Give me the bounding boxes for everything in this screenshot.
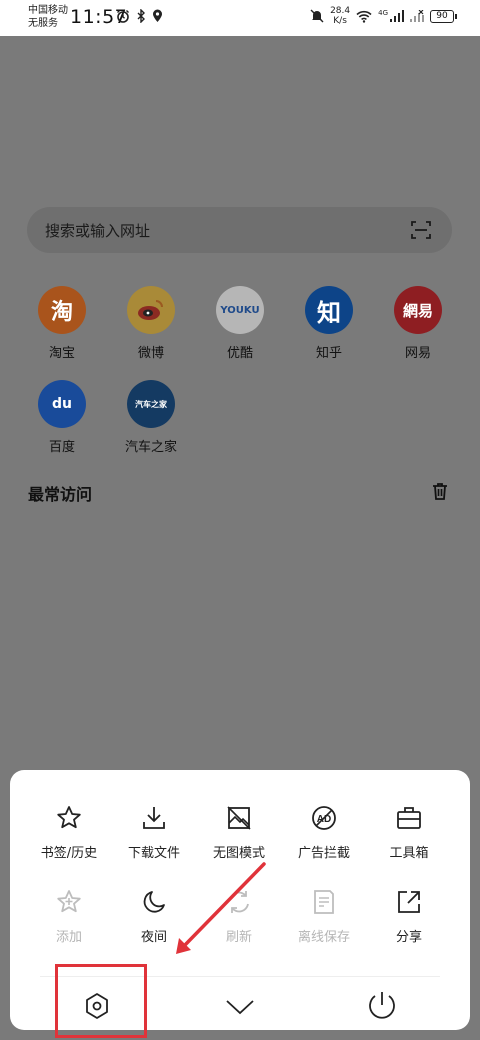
shortcut-label: 淘宝: [48, 346, 75, 361]
menu-label: 分享: [395, 930, 422, 945]
shortcut-label: 网易: [404, 346, 431, 361]
trash-icon[interactable]: [430, 481, 450, 501]
shortcut-weibo[interactable]: 微博: [107, 286, 195, 361]
frequent-visits-title: 最常访问: [28, 485, 93, 504]
carrier-info: 中国移动 无服务: [28, 4, 68, 30]
download-icon: [143, 807, 165, 829]
power-icon[interactable]: [362, 986, 402, 1026]
network-type: 4G: [378, 9, 388, 17]
share-icon: [398, 891, 420, 913]
location-icon: [153, 9, 162, 22]
shortcut-label: 优酷: [226, 346, 253, 361]
wifi-icon: [356, 10, 372, 23]
shortcut-label: 知乎: [315, 346, 342, 361]
menu-label: 工具箱: [389, 846, 429, 861]
youku-icon: YOUKU: [216, 286, 264, 334]
no-image-icon: [227, 806, 251, 830]
toolbox-icon: [397, 807, 421, 829]
autohome-glyph: 汽车之家: [135, 399, 167, 409]
add-star-icon: [57, 890, 81, 913]
moon-icon: [143, 891, 165, 913]
battery-indicator: 90: [430, 9, 457, 23]
net-speed-unit: K/s: [333, 16, 347, 26]
weibo-icon: [127, 286, 175, 334]
shortcut-label: 汽车之家: [124, 440, 177, 455]
net-speed: 28.4 K/s: [330, 6, 350, 26]
service-status: 无服务: [28, 18, 58, 29]
highlight-box: [55, 964, 147, 1038]
youku-glyph: YOUKU: [220, 304, 260, 316]
status-icons-right: 28.4 K/s 4G 90: [310, 6, 457, 26]
search-placeholder: 搜索或输入网址: [45, 222, 151, 240]
shortcut-baidu[interactable]: du 百度: [18, 380, 106, 455]
taobao-icon: 淘: [38, 286, 86, 334]
zhihu-icon: 知: [305, 286, 353, 334]
menu-no-image-mode[interactable]: 无图模式: [197, 804, 281, 861]
bluetooth-icon: [137, 9, 145, 23]
offline-save-icon: [314, 890, 334, 914]
menu-label: 下载文件: [127, 846, 180, 861]
netease-glyph: 網易: [402, 301, 433, 320]
menu-ad-block[interactable]: AD 广告拦截: [282, 804, 366, 861]
shortcut-taobao[interactable]: 淘 淘宝: [18, 286, 106, 361]
autohome-icon: 汽车之家: [127, 380, 175, 428]
net-speed-value: 28.4: [330, 6, 351, 16]
alarm-icon: [117, 10, 129, 23]
search-bar[interactable]: 搜索或输入网址: [27, 207, 452, 253]
shortcut-autohome[interactable]: 汽车之家 汽车之家: [107, 380, 195, 455]
shortcut-zhihu[interactable]: 知 知乎: [285, 286, 373, 361]
baidu-glyph: du: [52, 396, 72, 412]
menu-label: 广告拦截: [297, 846, 350, 861]
menu-add-bookmark[interactable]: 添加: [27, 888, 111, 945]
shortcut-youku[interactable]: YOUKU 优酷: [196, 286, 284, 361]
menu-share[interactable]: 分享: [367, 888, 451, 945]
menu-toolbox[interactable]: 工具箱: [367, 804, 451, 861]
taobao-glyph: 淘: [50, 300, 73, 325]
menu-bookmarks-history[interactable]: 书签/历史: [27, 804, 111, 861]
menu-refresh[interactable]: 刷新: [197, 888, 281, 945]
ad-block-icon: AD: [312, 806, 336, 830]
shortcut-label: 百度: [48, 440, 75, 455]
menu-offline-save[interactable]: 离线保存: [282, 888, 366, 945]
signal-icon: [390, 10, 404, 22]
shortcut-label: 微博: [137, 346, 164, 361]
mute-icon: [310, 9, 324, 23]
shortcut-netease[interactable]: 網易 网易: [374, 286, 462, 361]
refresh-icon: [229, 891, 249, 913]
status-bar: 中国移动 无服务 11:57 28.4 K/s 4G 90: [0, 0, 480, 36]
carrier-name: 中国移动: [28, 5, 68, 16]
zhihu-glyph: 知: [317, 298, 341, 327]
menu-night-mode[interactable]: 夜间: [112, 888, 196, 945]
menu-label: 添加: [55, 930, 82, 945]
star-outline-icon: [57, 806, 81, 829]
status-icons-left: [116, 9, 163, 23]
netease-icon: 網易: [394, 286, 442, 334]
menu-label: 刷新: [225, 930, 252, 945]
no-signal-icon: [410, 10, 424, 22]
scan-icon[interactable]: [410, 219, 432, 241]
menu-label: 无图模式: [212, 846, 265, 861]
baidu-icon: du: [38, 380, 86, 428]
chevron-down-icon[interactable]: [220, 986, 260, 1026]
menu-label: 夜间: [140, 930, 167, 945]
menu-label: 书签/历史: [40, 846, 98, 861]
menu-label: 离线保存: [297, 930, 350, 945]
menu-downloads[interactable]: 下载文件: [112, 804, 196, 861]
